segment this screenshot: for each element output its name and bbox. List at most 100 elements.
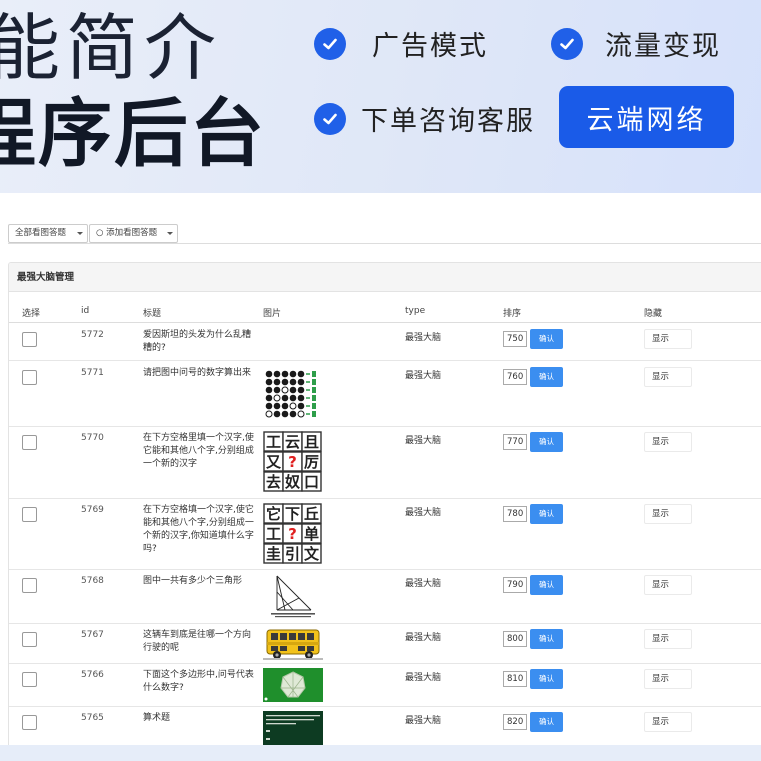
caret-down-icon [167,232,173,235]
confirm-button[interactable]: 确认 [530,629,563,649]
sort-input[interactable]: 760 [503,369,527,385]
tab-label: 全部看图答题 [15,228,67,238]
row-checkbox[interactable] [22,435,37,450]
grid-char: 引 [285,545,300,563]
visibility-select[interactable]: 显示 [644,575,692,595]
confirm-button[interactable]: 确认 [530,575,563,595]
grid-char: 工 [266,433,281,451]
visibility-select[interactable]: 显示 [644,432,692,452]
sort-input[interactable]: 810 [503,671,527,687]
check-icon [551,27,583,60]
row-type: 最强大脑 [405,716,442,726]
row-checkbox[interactable] [22,332,37,347]
grid-char: 丘 [304,505,319,523]
grid-char: 它 [266,505,281,523]
column-header-image: 图片 [263,309,282,319]
grid-char: 口 [304,473,319,491]
check-icon [314,27,346,60]
tab-all-questions[interactable]: 全部看图答题 [8,224,88,243]
visibility-select[interactable]: 显示 [644,629,692,649]
confirm-button[interactable]: 确认 [530,329,563,349]
visibility-select[interactable]: 显示 [644,504,692,524]
visibility-select[interactable]: 显示 [644,712,692,732]
grid-char: 单 [304,525,319,543]
grid-char: 文 [304,545,320,563]
sort-input[interactable]: 790 [503,577,527,593]
polygon-puzzle-image [263,668,323,702]
row-id: 5770 [81,433,104,443]
confirm-button[interactable]: 确认 [530,669,563,689]
visibility-select[interactable]: 显示 [644,367,692,387]
table-row: 5769 在下方空格填一个汉字,使它能和其他八个字,分别组成一个新的汉字,你知道… [9,499,761,570]
row-checkbox[interactable] [22,578,37,593]
row-id: 5767 [81,630,104,640]
row-type: 最强大脑 [405,371,442,381]
confirm-button[interactable]: 确认 [530,712,563,732]
row-type: 最强大脑 [405,673,442,683]
admin-panel: 全部看图答题 ○ 添加看图答题 最强大脑管理 选择 id 标题 图片 type … [0,193,761,745]
column-header-type: type [405,306,426,316]
grid-char: 奴 [284,473,300,491]
row-title: 在下方空格填一个汉字,使它能和其他八个字,分别组成一个新的汉字,你知道填什么字吗… [143,505,254,554]
sort-input[interactable]: 750 [503,331,527,347]
row-checkbox[interactable] [22,370,37,385]
confirm-button[interactable]: 确认 [530,504,563,524]
visibility-select[interactable]: 显示 [644,329,692,349]
grid-char-question: ? [288,453,297,471]
row-checkbox[interactable] [22,715,37,730]
grid-char: 圭 [266,545,281,563]
grid-char: 云 [285,433,300,451]
confirm-button[interactable]: 确认 [530,367,563,387]
grid-char: 工 [266,525,281,543]
row-title: 这辆车到底是往哪一个方向行驶的呢 [143,630,252,653]
row-type: 最强大脑 [405,436,442,446]
row-checkbox[interactable] [22,632,37,647]
grid-char: 去 [266,473,281,491]
arithmetic-puzzle-image [263,711,323,745]
column-header-title: 标题 [143,309,162,319]
table-row: 5766 下面这个多边形中,问号代表什么数字? 最强大脑 810 确认 显示 [9,664,761,707]
row-id: 5771 [81,368,104,378]
table-row: 5772 爱因斯坦的头发为什么乱糟糟的? 最强大脑 750 确认 显示 [9,323,761,361]
sort-input[interactable]: 780 [503,506,527,522]
row-title: 爱因斯坦的头发为什么乱糟糟的? [143,330,252,353]
sort-input[interactable]: 820 [503,714,527,730]
feature-label: 广告模式 [372,31,488,62]
hero-banner: 能简介 程序后台 广告模式 流量变现 下单咨询客服 云端网络 [0,0,761,193]
row-type: 最强大脑 [405,508,442,518]
hero-title-line1: 能简介 [0,6,223,90]
row-type: 最强大脑 [405,633,442,643]
tab-label: ○ 添加看图答题 [96,228,158,238]
character-grid-image: 工 云 且 又 ? 厉 去 奴 口 [263,431,322,492]
grid-char: 又 [266,453,282,471]
table-row: 5765 算术题 最强大脑 820 确认 显示 [9,707,761,745]
visibility-select[interactable]: 显示 [644,669,692,689]
row-id: 5772 [81,330,104,340]
row-title: 下面这个多边形中,问号代表什么数字? [143,670,254,693]
row-checkbox[interactable] [22,507,37,522]
table-row: 5767 这辆车到底是往哪一个方向行驶的呢 最强大脑 800 确认 显示 [9,624,761,664]
row-checkbox[interactable] [22,672,37,687]
row-type: 最强大脑 [405,333,442,343]
caret-down-icon [77,232,83,235]
row-type: 最强大脑 [405,579,442,589]
confirm-button[interactable]: 确认 [530,432,563,452]
sort-input[interactable]: 770 [503,434,527,450]
brand-button[interactable]: 云端网络 [559,86,734,148]
row-id: 5769 [81,505,104,515]
grid-char: 厉 [304,453,319,471]
question-table-panel: 最强大脑管理 选择 id 标题 图片 type 排序 隐藏 5772 爱因斯坦的… [8,262,761,745]
row-title: 图中一共有多少个三角形 [143,576,243,586]
row-id: 5766 [81,670,104,680]
column-header-sort: 排序 [503,309,522,319]
character-grid-image: 它 下 丘 工 ? 单 圭 引 文 [263,503,322,564]
tab-add-question[interactable]: ○ 添加看图答题 [89,224,178,243]
grid-char: 下 [285,505,300,523]
feature-ad-mode: 广告模式 [314,24,488,63]
grid-char-question: ? [288,525,297,543]
feature-customer-service: 下单咨询客服 [314,99,535,138]
triangle-puzzle-image [271,575,315,618]
sort-input[interactable]: 800 [503,631,527,647]
table-row: 5768 图中一共有多少个三角形 最强大脑 790 确认 显示 [9,570,761,624]
row-title: 在下方空格里填一个汉字,使它能和其他八个字,分别组成一个新的汉字 [143,433,254,469]
